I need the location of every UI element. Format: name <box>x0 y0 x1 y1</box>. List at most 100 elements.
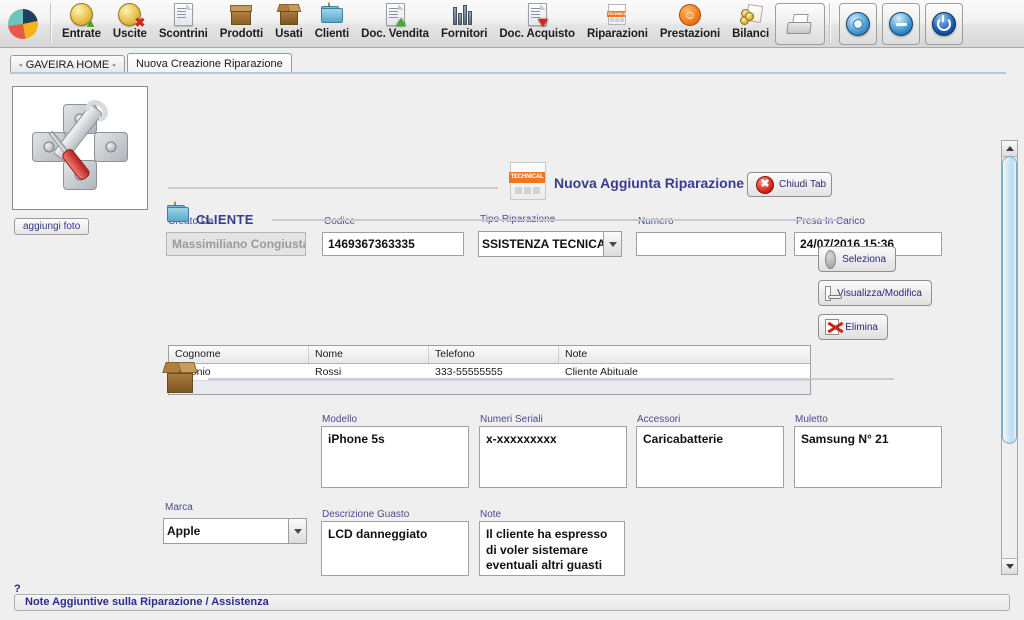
customer-folder-icon <box>320 1 343 27</box>
chevron-down-icon[interactable] <box>604 231 622 257</box>
cliente-table[interactable]: Cognome Nome Telefono Note Antonio Rossi… <box>168 345 811 395</box>
technical-document-icon: TECHNICAL <box>509 162 546 200</box>
codice-field[interactable]: 1469367363335 <box>322 232 464 256</box>
cliente-section-rule <box>272 219 844 221</box>
numero-field[interactable] <box>636 232 786 256</box>
open-box-icon <box>276 2 302 27</box>
elimina-button[interactable]: Elimina <box>818 314 888 340</box>
add-photo-button[interactable]: aggiungi foto <box>14 218 90 235</box>
photo-placeholder[interactable] <box>12 86 148 210</box>
toolbar-item-uscite[interactable]: ✖ Uscite <box>107 0 153 47</box>
pie-chart-logo-icon <box>8 8 38 39</box>
prodotto-section-rule <box>208 378 894 380</box>
minimize-icon <box>889 12 914 36</box>
toolbar-label: Doc. Acquisto <box>499 28 575 40</box>
coin-out-icon: ✖ <box>118 2 145 29</box>
system-buttons <box>839 0 964 45</box>
toolbar-item-clienti[interactable]: Clienti <box>309 0 355 47</box>
money-coins-icon <box>739 2 763 27</box>
accessori-field[interactable]: Caricabatterie <box>636 426 784 488</box>
red-x-document-icon <box>825 319 840 335</box>
label-marca: Marca <box>165 502 193 513</box>
seleziona-label: Seleziona <box>842 253 886 265</box>
toolbar-item-doc-vendita[interactable]: Doc. Vendita <box>355 0 435 47</box>
scrollbar-thumb[interactable] <box>1002 156 1017 444</box>
toolbar-label: Doc. Vendita <box>361 28 429 40</box>
toolbar-item-fornitori[interactable]: Fornitori <box>435 0 493 47</box>
toolbar-item-bilanci[interactable]: Bilanci <box>726 0 775 47</box>
document-up-arrow-icon <box>385 2 406 27</box>
tipo-riparazione-combo[interactable]: SSISTENZA TECNICA <box>478 231 622 257</box>
cash-register-button[interactable] <box>775 3 826 45</box>
scroll-up-button[interactable] <box>1002 141 1017 157</box>
scroll-down-button[interactable] <box>1002 558 1017 574</box>
label-modello: Modello <box>322 414 358 425</box>
table-header-row: Cognome Nome Telefono Note <box>169 346 810 364</box>
toolbar-item-riparazioni[interactable]: TECHNICAL Riparazioni <box>581 0 654 47</box>
toolbar-label: Riparazioni <box>586 28 648 40</box>
column-header-note: Note <box>565 348 588 360</box>
numeri-seriali-field[interactable]: x-xxxxxxxxx <box>479 426 627 488</box>
status-bar-text: Note Aggiuntive sulla Riparazione / Assi… <box>14 594 1010 611</box>
creato-da-field: Massimiliano Congiusta <box>166 232 306 256</box>
page-title: Nuova Aggiunta Riparazione <box>554 175 745 191</box>
chevron-down-icon-scroll <box>1005 564 1014 569</box>
header-rule <box>168 187 498 189</box>
power-button[interactable] <box>925 3 964 45</box>
tools-wrench-screwdriver-icon <box>24 96 136 200</box>
cliente-folder-icon <box>167 201 197 231</box>
chevron-up-icon <box>1005 146 1014 151</box>
toolbar-label: Prestazioni <box>659 28 721 40</box>
tipo-riparazione-value: SSISTENZA TECNICA <box>478 231 604 257</box>
document-down-arrow-icon <box>527 2 548 27</box>
muletto-field[interactable]: Samsung N° 21 <box>794 426 942 488</box>
toolbar-item-doc-acquisto[interactable]: Doc. Acquisto <box>493 0 581 47</box>
document-edit-icon <box>825 285 843 301</box>
toolbar-label: Scontrini <box>158 28 208 40</box>
label-muletto: Muletto <box>795 414 828 425</box>
marca-value: Apple <box>163 518 289 544</box>
vertical-scrollbar[interactable] <box>1001 140 1018 575</box>
toolbar-label: Clienti <box>314 28 350 40</box>
descrizione-guasto-field[interactable]: LCD danneggiato <box>321 521 469 576</box>
app-logo <box>0 0 46 47</box>
red-x-icon: ✖ <box>756 175 774 194</box>
label-numeri-seriali: Numeri Seriali <box>480 414 543 425</box>
note-field[interactable]: Il cliente ha espresso di voler sistemar… <box>479 521 625 576</box>
toolbar-item-prodotti[interactable]: Prodotti <box>214 0 269 47</box>
column-header-telefono: Telefono <box>429 346 559 363</box>
main-toolbar: ▲ Entrate ✖ Uscite Scontrini Prodotti Us… <box>0 0 1024 48</box>
marca-combo[interactable]: Apple <box>163 518 307 544</box>
column-header-nome: Nome <box>309 346 429 363</box>
power-icon <box>932 12 957 36</box>
label-note: Note <box>480 509 502 520</box>
toolbar-item-scontrini[interactable]: Scontrini <box>153 0 214 47</box>
minimize-button[interactable] <box>882 3 921 45</box>
toolbar-item-entrate[interactable]: ▲ Entrate <box>56 0 107 47</box>
visualizza-modifica-button[interactable]: Visualizza/Modifica <box>818 280 932 306</box>
toolbar-label: Bilanci <box>732 28 770 40</box>
label-accessori: Accessori <box>637 414 681 425</box>
prodotto-open-box-icon <box>162 362 198 393</box>
label-descrizione-guasto: Descrizione Guasto <box>322 509 410 520</box>
toolbar-label: Prodotti <box>219 28 264 40</box>
settings-button[interactable] <box>839 3 878 45</box>
crate-icon <box>230 2 253 27</box>
modello-field[interactable]: iPhone 5s <box>321 426 469 488</box>
coin-in-icon: ▲ <box>69 2 97 29</box>
toolbar-label: Usati <box>275 28 303 40</box>
chevron-down-icon-marca[interactable] <box>289 518 307 544</box>
technical-tag: TECHNICAL <box>509 172 545 183</box>
label-numero: Numero <box>638 216 674 227</box>
application-window: ▲ Entrate ✖ Uscite Scontrini Prodotti Us… <box>0 0 1024 620</box>
table-empty-area <box>169 380 810 394</box>
toolbar-item-usati[interactable]: Usati <box>269 0 309 47</box>
warehouse-bars-icon <box>453 2 475 27</box>
receipt-icon <box>173 2 193 27</box>
toolbar-label: Fornitori <box>440 28 488 40</box>
column-header-cognome: Cognome <box>169 346 309 363</box>
close-tab-button[interactable]: ✖ Chiudi Tab <box>747 172 832 197</box>
toolbar-item-prestazioni[interactable]: ☺ Prestazioni <box>654 0 726 47</box>
seleziona-button[interactable]: Seleziona <box>818 246 896 272</box>
close-tab-label: Chiudi Tab <box>779 179 827 190</box>
